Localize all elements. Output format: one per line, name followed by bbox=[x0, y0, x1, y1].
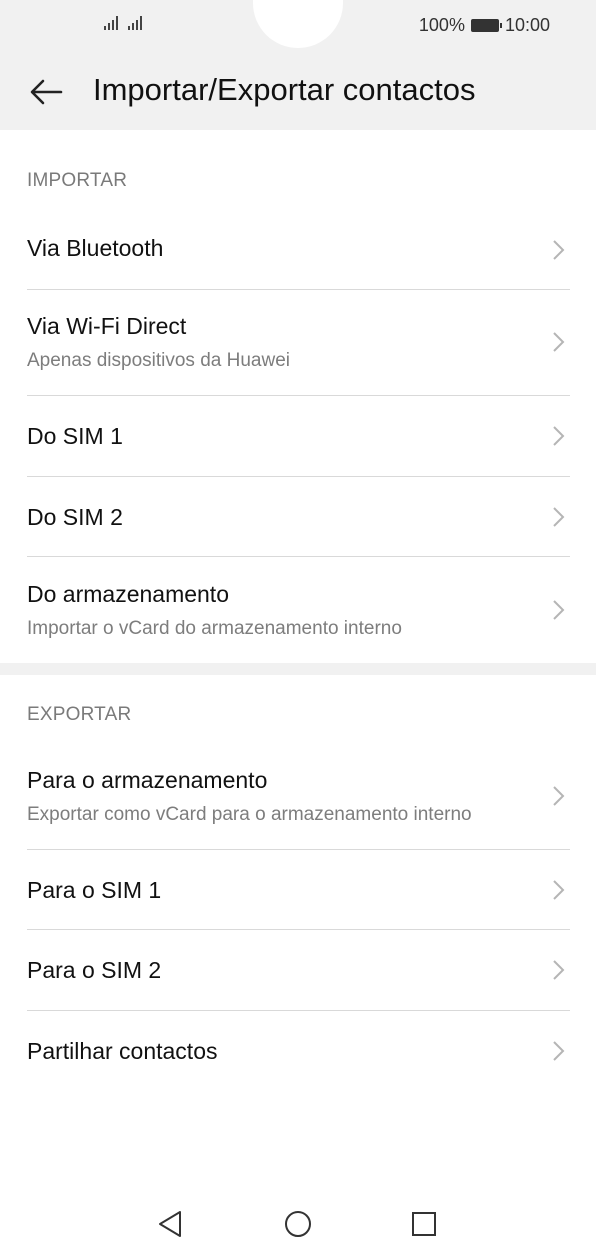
app-header: Importar/Exportar contactos bbox=[0, 60, 596, 122]
chevron-right-icon bbox=[553, 786, 565, 806]
item-title: Do SIM 1 bbox=[27, 423, 123, 449]
arrow-left-icon bbox=[30, 79, 63, 105]
section-label-export: EXPORTAR bbox=[27, 704, 132, 725]
signal-sim1-icon bbox=[104, 14, 118, 30]
system-nav-bar bbox=[0, 1190, 596, 1260]
status-signals bbox=[104, 14, 142, 30]
list-item-do-armazenamento[interactable]: Do armazenamento Importar o vCard do arm… bbox=[27, 557, 570, 663]
chevron-right-icon bbox=[553, 426, 565, 446]
chevron-right-icon bbox=[553, 1041, 565, 1061]
list-item-para-armazenamento[interactable]: Para o armazenamento Exportar como vCard… bbox=[27, 743, 570, 850]
back-button[interactable] bbox=[26, 74, 66, 110]
battery-percent: 100% bbox=[418, 15, 465, 35]
nav-home-button[interactable] bbox=[280, 1206, 316, 1242]
chevron-right-icon bbox=[553, 960, 565, 980]
top-bar: 100% 10:00 Importar/Exportar contactos bbox=[0, 0, 596, 130]
status-right: 100% 10:00 bbox=[419, 15, 550, 36]
item-title: Para o SIM 2 bbox=[27, 957, 162, 983]
item-subtitle: Exportar como vCard para o armazenamento… bbox=[27, 804, 472, 825]
list-item-do-sim-2[interactable]: Do SIM 2 bbox=[27, 477, 570, 557]
item-title: Via Bluetooth bbox=[27, 235, 164, 261]
recents-square-icon bbox=[412, 1212, 436, 1236]
list-item-via-wifi-direct[interactable]: Via Wi-Fi Direct Apenas dispositivos da … bbox=[27, 290, 570, 396]
home-circle-icon bbox=[285, 1211, 311, 1237]
list-item-do-sim-1[interactable]: Do SIM 1 bbox=[27, 396, 570, 477]
item-title: Partilhar contactos bbox=[27, 1038, 218, 1064]
item-subtitle: Importar o vCard do armazenamento intern… bbox=[27, 618, 402, 639]
chevron-right-icon bbox=[553, 880, 565, 900]
battery-icon bbox=[470, 19, 502, 32]
section-divider bbox=[0, 663, 596, 675]
chevron-right-icon bbox=[553, 240, 565, 260]
nav-recents-button[interactable] bbox=[406, 1206, 442, 1242]
section-label-import: IMPORTAR bbox=[27, 170, 128, 191]
back-triangle-icon bbox=[159, 1211, 181, 1237]
signal-sim2-icon bbox=[128, 14, 142, 30]
chevron-right-icon bbox=[553, 600, 565, 620]
item-title: Do armazenamento bbox=[27, 581, 229, 607]
list-item-partilhar-contactos[interactable]: Partilhar contactos bbox=[27, 1011, 570, 1091]
page-title: Importar/Exportar contactos bbox=[93, 72, 476, 107]
item-title: Para o armazenamento bbox=[27, 767, 268, 793]
list-item-para-sim-1[interactable]: Para o SIM 1 bbox=[27, 850, 570, 930]
item-title: Para o SIM 1 bbox=[27, 877, 162, 903]
item-title: Via Wi-Fi Direct bbox=[27, 313, 187, 339]
list-item-para-sim-2[interactable]: Para o SIM 2 bbox=[27, 930, 570, 1011]
item-title: Do SIM 2 bbox=[27, 504, 123, 530]
nav-back-button[interactable] bbox=[152, 1206, 188, 1242]
clock: 10:00 bbox=[504, 15, 550, 35]
item-subtitle: Apenas dispositivos da Huawei bbox=[27, 350, 290, 371]
chevron-right-icon bbox=[553, 332, 565, 352]
list-item-via-bluetooth[interactable]: Via Bluetooth bbox=[27, 210, 570, 290]
chevron-right-icon bbox=[553, 507, 565, 527]
